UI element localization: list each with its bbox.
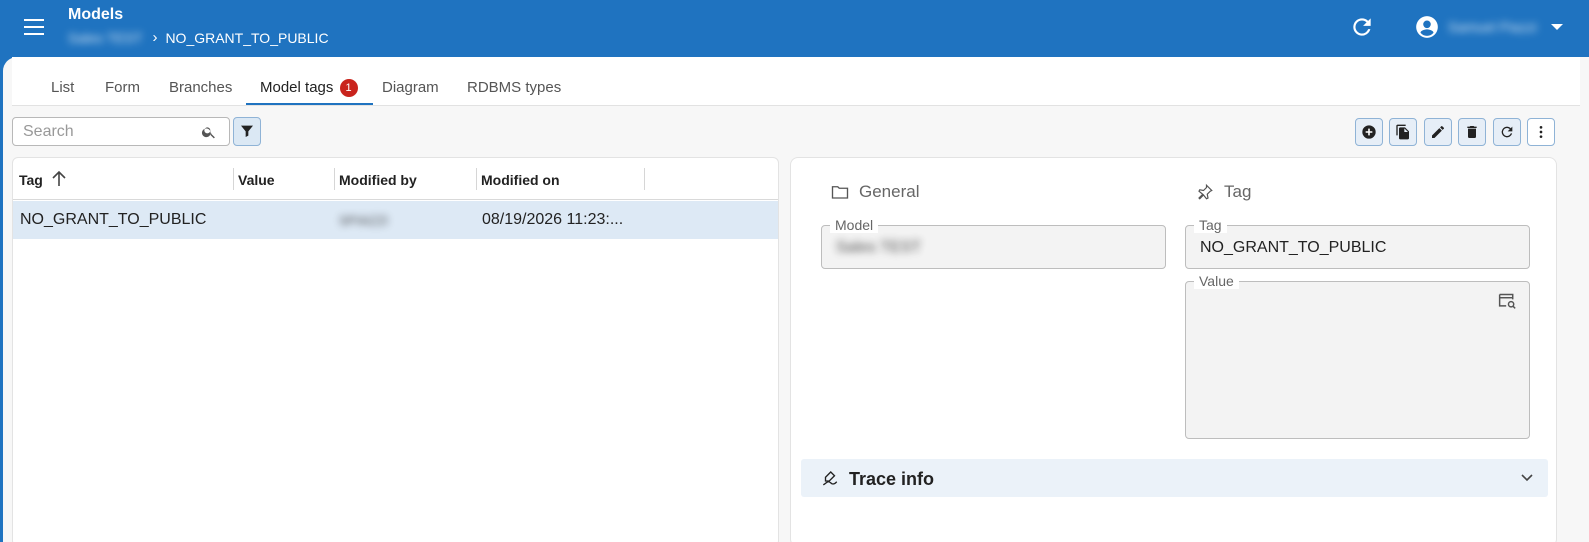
trash-icon [1467,126,1477,138]
add-button[interactable] [1355,118,1383,146]
cell-modified-on: 08/19/2026 11:23:... [482,211,624,228]
search-icon[interactable] [201,124,217,140]
breadcrumb-current: NO_GRANT_TO_PUBLIC [165,29,329,46]
more-vert-icon [1539,126,1543,138]
open-window-search-icon[interactable] [1497,292,1517,310]
user-menu[interactable]: Samuel Piazzi [1414,14,1563,40]
cell-modified-by: SPIAZZI [339,213,389,228]
table-row[interactable]: NO_GRANT_TO_PUBLIC SPIAZZI 08/19/2026 11… [13,201,778,239]
search-box [12,117,230,146]
cell-tag: NO_GRANT_TO_PUBLIC [20,211,207,228]
tab-diagram[interactable]: Diagram [382,79,439,96]
general-title: General [859,182,920,201]
column-divider[interactable] [334,168,335,190]
tab-model-tags[interactable]: Model tags 1 [260,79,358,97]
breadcrumb: Sales TEST › NO_GRANT_TO_PUBLIC [68,29,329,46]
model-value: Sales TEST [836,239,922,256]
column-header-value[interactable]: Value [238,172,275,188]
filter-icon [241,125,253,137]
tags-grid: Tag Value Modified by Modified on NO_GRA… [12,157,779,542]
value-label: Value [1194,273,1239,289]
tab-form[interactable]: Form [105,79,140,96]
pin-icon [1198,183,1213,200]
tab-bar: List Form Branches Model tags 1 Diagram … [12,57,1580,106]
arrow-up-icon[interactable] [51,170,67,188]
folder-icon [831,186,849,199]
refresh-icon[interactable] [1349,14,1375,40]
tab-badge: 1 [339,79,358,97]
filter-button[interactable] [233,117,261,146]
page-content: List Form Branches Model tags 1 Diagram … [3,57,1589,542]
app-title: Models [68,6,124,23]
model-label: Model [830,217,879,233]
edit-button[interactable] [1424,118,1452,146]
copy-icon [1396,124,1409,140]
add-circle-icon [1362,125,1376,139]
refresh-icon [1501,126,1513,138]
user-name: Samuel Piazzi [1448,19,1537,35]
tag-value: NO_GRANT_TO_PUBLIC [1200,239,1387,256]
account-icon [1416,16,1438,38]
column-divider[interactable] [233,168,234,190]
tab-branches[interactable]: Branches [169,79,232,96]
chevron-right-icon: › [152,29,158,46]
copy-button[interactable] [1389,118,1417,146]
top-bar: Models Sales TEST › NO_GRANT_TO_PUBLIC S… [0,0,1589,58]
pencil-icon [1432,125,1444,138]
column-header-modified-on[interactable]: Modified on [481,172,560,188]
chevron-down-icon[interactable] [1520,472,1534,484]
trace-info-section[interactable]: Trace info [801,459,1548,497]
tag-section-title: Tag [1196,182,1251,202]
model-field[interactable]: Model Sales TEST [821,217,1166,269]
tag-label: Tag [1194,217,1227,233]
tab-list[interactable]: List [51,79,74,96]
draw-icon [822,471,838,486]
delete-button[interactable] [1458,118,1486,146]
trace-info-title: Trace info [849,469,935,489]
column-header-tag[interactable]: Tag [19,172,43,188]
detail-panel: General Tag Model Sales TEST Tag NO_GRAN… [790,157,1557,542]
active-tab-indicator [246,103,373,105]
column-header-modified-by[interactable]: Modified by [339,172,417,188]
breadcrumb-parent[interactable]: Sales TEST [68,30,142,46]
search-input[interactable] [13,118,193,145]
tab-rdbms-types[interactable]: RDBMS types [467,79,561,96]
tab-model-tags-label: Model tags [260,79,334,96]
grid-header: Tag Value Modified by Modified on [13,158,778,200]
tag-title: Tag [1224,182,1252,201]
value-field[interactable]: Value [1185,273,1530,439]
column-divider[interactable] [476,168,477,190]
tag-field[interactable]: Tag NO_GRANT_TO_PUBLIC [1185,217,1530,269]
more-options-button[interactable] [1527,118,1555,146]
caret-down-icon [1550,24,1563,30]
column-divider[interactable] [644,168,645,190]
menu-icon[interactable] [22,16,46,38]
refresh-button[interactable] [1493,118,1521,146]
general-section-title: General [831,182,919,202]
